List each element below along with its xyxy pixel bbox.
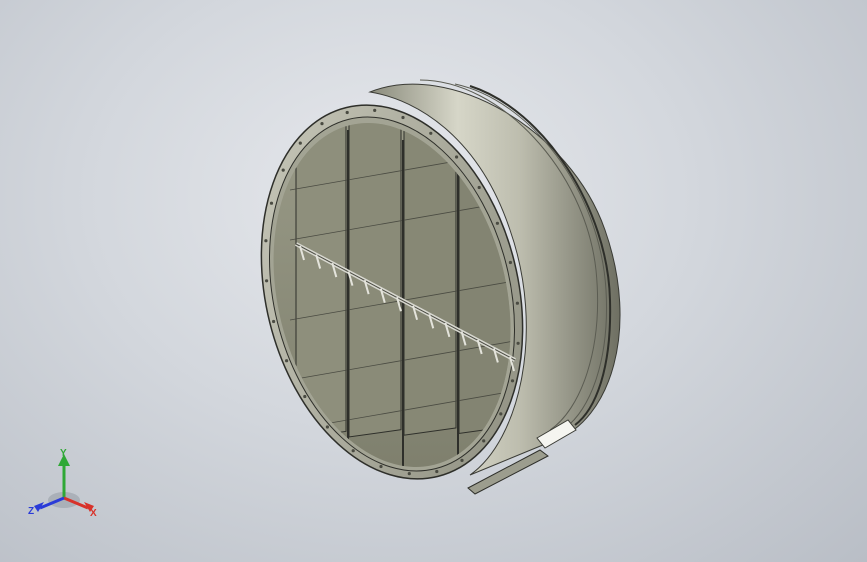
flange-bolt xyxy=(460,458,464,462)
flange-bolt xyxy=(407,472,411,476)
flange-bolt xyxy=(455,155,459,159)
flange-bolt xyxy=(272,319,276,324)
x-axis-label: X xyxy=(90,508,97,519)
y-axis-label: Y xyxy=(60,448,67,459)
flange-bolt xyxy=(477,185,481,190)
flange-bolt xyxy=(281,168,285,172)
flange-bolt xyxy=(379,464,383,469)
flange-bolt xyxy=(351,449,355,453)
flange-bolt xyxy=(264,239,268,243)
flange-bolt xyxy=(373,108,377,112)
flange-bolt xyxy=(482,439,486,443)
flange-bolt xyxy=(429,131,433,135)
flange-bolt xyxy=(269,201,274,205)
flange-bolt xyxy=(345,110,349,115)
flange-bolt xyxy=(435,469,439,474)
flange-bolt xyxy=(285,359,289,363)
z-axis-label: Z xyxy=(28,506,34,517)
flange-bolt xyxy=(495,221,499,225)
coordinate-triad: Y X Z xyxy=(28,448,97,519)
flange-bolt xyxy=(265,279,269,283)
flange-bolt xyxy=(499,412,503,416)
flange-bolt xyxy=(320,122,324,126)
flange-bolt xyxy=(303,394,307,399)
cad-viewport[interactable]: Y X Z xyxy=(0,0,867,562)
flange-bolt xyxy=(298,141,302,145)
flange-bolt xyxy=(515,301,520,305)
flange-bolt xyxy=(510,379,515,383)
flange-bolt xyxy=(516,341,520,345)
flange-bolt xyxy=(508,260,512,265)
flange-bolt xyxy=(325,425,329,429)
damper-3d-model[interactable] xyxy=(0,0,867,562)
flange-bolt xyxy=(401,115,405,120)
